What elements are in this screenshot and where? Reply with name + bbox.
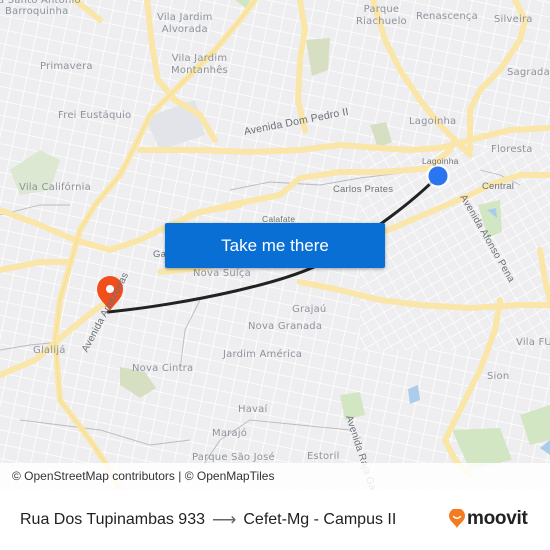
map-label-nova-suica: Nova Suíça: [193, 268, 251, 279]
moovit-logo[interactable]: moovit: [449, 508, 528, 530]
map-label-nova-granada: Nova Granada: [248, 321, 323, 332]
arrow-right-icon: ⟶: [212, 510, 237, 529]
map-view[interactable]: a Santo Antônio Barroquinha Vila Jardim A…: [0, 0, 550, 490]
map-label-jardim-america: Jardim América: [223, 349, 303, 360]
map-label-sion: Sion: [487, 371, 510, 382]
map-label-floresta: Floresta: [491, 144, 533, 155]
label-line: Montanhês: [171, 64, 228, 76]
map-label-lagoinha: Lagoinha: [409, 116, 457, 127]
attribution-text[interactable]: © OpenStreetMap contributors | © OpenMap…: [12, 469, 274, 483]
label-line: Riachuelo: [356, 15, 407, 27]
map-label-central: Central: [482, 181, 515, 192]
map-label-sagrada: Sagrada: [507, 67, 550, 78]
origin-marker[interactable]: [426, 164, 450, 188]
take-me-there-button[interactable]: Take me there: [165, 223, 385, 268]
destination-name: Cefet-Mg - Campus II: [243, 511, 397, 528]
moovit-pin-icon: [449, 509, 465, 528]
map-label-carlos-prates: Carlos Prates: [333, 184, 394, 195]
map-label-vila-jardim-alvorada: Vila Jardim Alvorada: [157, 12, 213, 35]
map-label-grajau: Grajaú: [292, 304, 327, 315]
map-label-vila-california: Vila Califórnia: [19, 182, 91, 193]
footer: Rua Dos Tupinambas 933 ⟶ Cefet-Mg - Camp…: [0, 490, 550, 550]
map-label-primavera: Primavera: [40, 61, 93, 72]
map-label-marajo: Marajó: [212, 428, 248, 439]
map-label-barroquinha: Barroquinha: [5, 6, 69, 17]
map-label-silveira: Silveira: [494, 14, 533, 25]
label-line: Vila Jardim: [171, 53, 228, 64]
label-line: Alvorada: [161, 23, 208, 35]
map-label-vila-fu: Vila FU: [516, 337, 550, 348]
map-label-vila-jardim-montanhes: Vila Jardim Montanhês: [171, 53, 228, 76]
map-label-glalija: Glalijá: [33, 345, 66, 356]
map-label-lagoinha-small: Lagoinha: [422, 156, 459, 166]
map-attribution: © OpenStreetMap contributors | © OpenMap…: [0, 463, 550, 490]
label-line: Vila Jardim: [157, 12, 213, 23]
map-label-frei-eustaquio: Frei Eustáquio: [58, 110, 132, 121]
map-label-parque-riachuelo: Parque Riachuelo: [356, 4, 407, 27]
map-label-estoril: Estoril: [307, 451, 340, 462]
map-label-havai: Havaí: [238, 404, 268, 415]
origin-name: Rua Dos Tupinambas 933: [20, 511, 205, 528]
map-label-parque-sao-jose: Parque São José: [192, 452, 275, 463]
moovit-wordmark: moovit: [467, 508, 528, 529]
map-label-nova-cintra: Nova Cintra: [132, 363, 194, 374]
label-line: Parque: [363, 4, 400, 15]
map-label-renascenca: Renascença: [416, 11, 478, 22]
route-summary: Rua Dos Tupinambas 933 ⟶ Cefet-Mg - Camp…: [20, 510, 396, 530]
